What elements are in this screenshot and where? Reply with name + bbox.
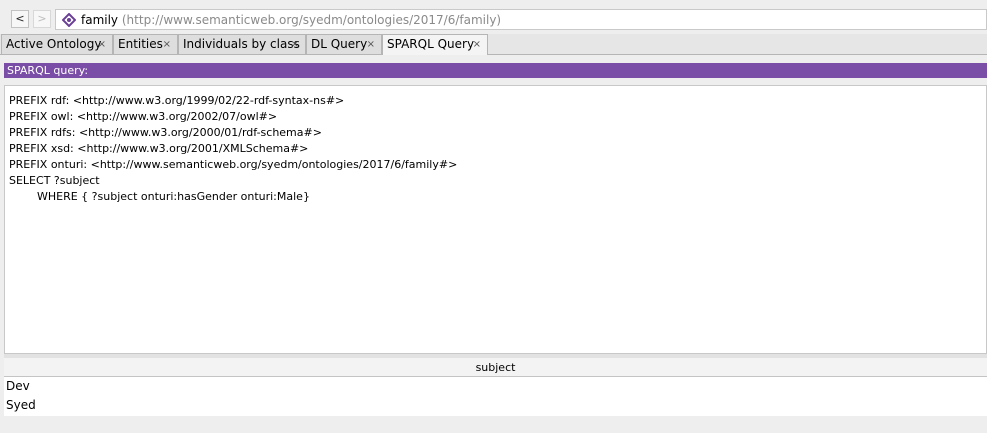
bottom-area — [0, 416, 987, 433]
tab-label: Individuals by class — [183, 37, 300, 51]
forward-button[interactable]: > — [33, 10, 51, 28]
query-line: PREFIX onturi: <http://www.semanticweb.o… — [9, 158, 458, 171]
ontology-diamond-icon — [62, 13, 76, 27]
address-bar: < > family (http://www.semanticweb.org/s… — [0, 0, 987, 33]
sparql-query-editor[interactable]: PREFIX rdf: <http://www.w3.org/1999/02/2… — [4, 85, 987, 354]
query-line: PREFIX owl: <http://www.w3.org/2002/07/o… — [9, 110, 278, 123]
tab-active-ontology[interactable]: Active Ontology × — [1, 34, 113, 54]
ontology-address-field[interactable]: family (http://www.semanticweb.org/syedm… — [55, 9, 987, 30]
close-icon[interactable]: × — [473, 35, 481, 54]
table-row[interactable]: Dev — [6, 377, 30, 396]
ontology-name-text: family — [81, 13, 119, 27]
ontology-name: family (http://www.semanticweb.org/syedm… — [81, 13, 501, 27]
tab-sparql-query[interactable]: SPARQL Query × — [382, 34, 488, 55]
column-header-subject[interactable]: subject — [4, 358, 987, 377]
close-icon[interactable]: × — [367, 35, 375, 54]
back-button[interactable]: < — [11, 10, 29, 28]
tab-label: DL Query — [311, 37, 368, 51]
query-line: PREFIX rdf: <http://www.w3.org/1999/02/2… — [9, 94, 345, 107]
tab-label: Entities — [118, 37, 163, 51]
close-icon[interactable]: × — [163, 35, 171, 54]
query-line: SELECT ?subject — [9, 174, 100, 187]
query-line: PREFIX rdfs: <http://www.w3.org/2000/01/… — [9, 126, 322, 139]
sparql-query-header: SPARQL query: — [4, 63, 987, 78]
protege-window: < > family (http://www.semanticweb.org/s… — [0, 0, 987, 433]
tab-entities[interactable]: Entities × — [113, 34, 178, 54]
tab-dl-query[interactable]: DL Query × — [306, 34, 382, 54]
close-icon[interactable]: × — [98, 35, 106, 54]
ontology-iri: (http://www.semanticweb.org/syedm/ontolo… — [121, 13, 502, 27]
tab-strip: Active Ontology × Entities × Individuals… — [0, 34, 987, 55]
tab-individuals-by-class[interactable]: Individuals by class × — [178, 34, 306, 54]
tab-label: Active Ontology — [6, 37, 102, 51]
query-line: WHERE { ?subject onturi:hasGender onturi… — [9, 190, 310, 203]
results-table: subject Dev Syed — [4, 358, 987, 416]
tab-label: SPARQL Query — [387, 37, 475, 51]
table-row[interactable]: Syed — [6, 396, 36, 415]
query-line: PREFIX xsd: <http://www.w3.org/2001/XMLS… — [9, 142, 309, 155]
close-icon[interactable]: × — [291, 35, 299, 54]
